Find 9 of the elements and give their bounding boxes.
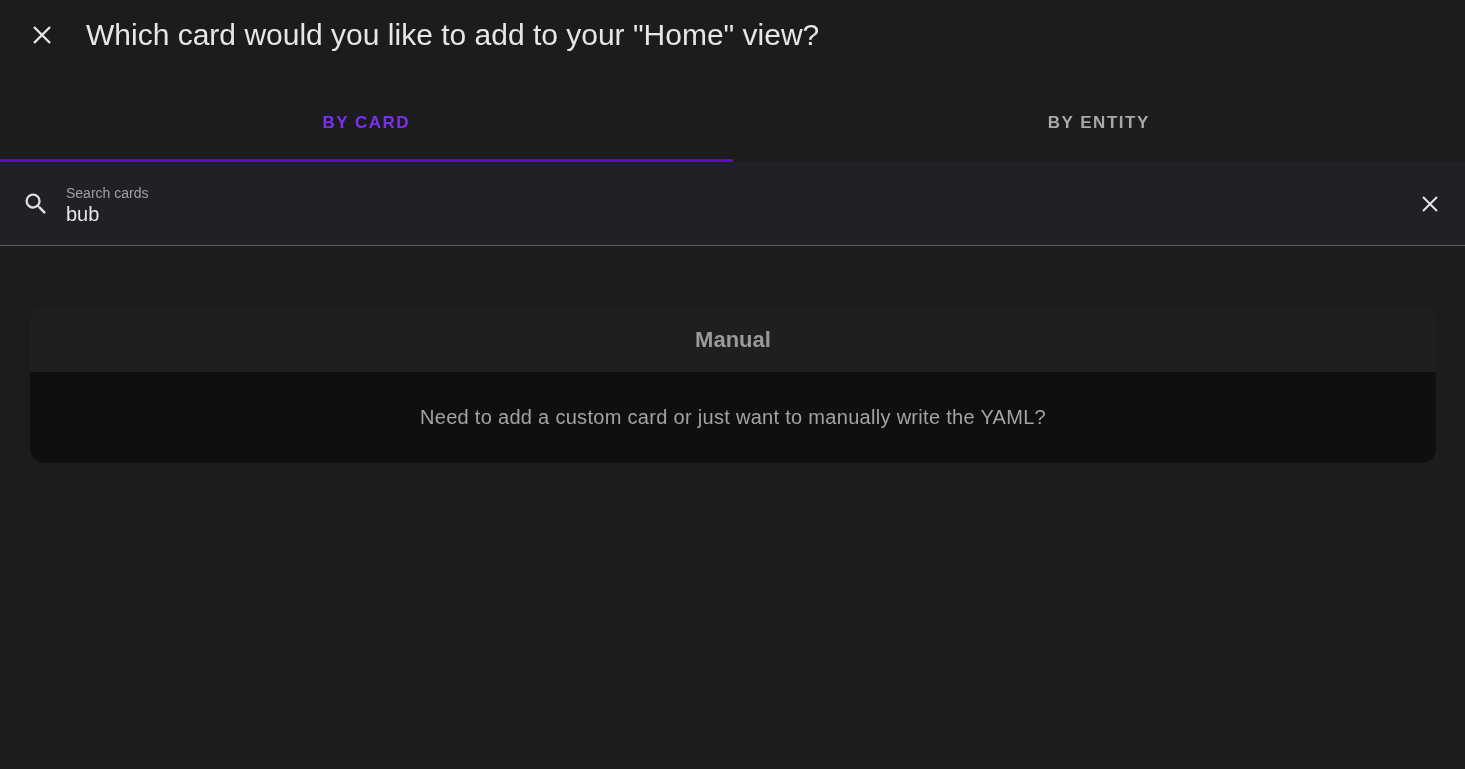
tab[interactable]: BY ENTITY	[732, 70, 1465, 162]
search-input[interactable]: bub	[66, 201, 1417, 226]
close-icon	[31, 24, 53, 46]
dialog-title: Which card would you like to add to your "Home" view?	[86, 18, 820, 52]
search-field[interactable]: Search cards bub	[0, 162, 1465, 246]
card-title: Manual	[695, 326, 771, 353]
clear-icon	[1421, 194, 1439, 213]
card-description: Need to add a custom card or just want to manually write the YAML?	[420, 406, 1046, 429]
search-label: Search cards	[66, 185, 150, 201]
